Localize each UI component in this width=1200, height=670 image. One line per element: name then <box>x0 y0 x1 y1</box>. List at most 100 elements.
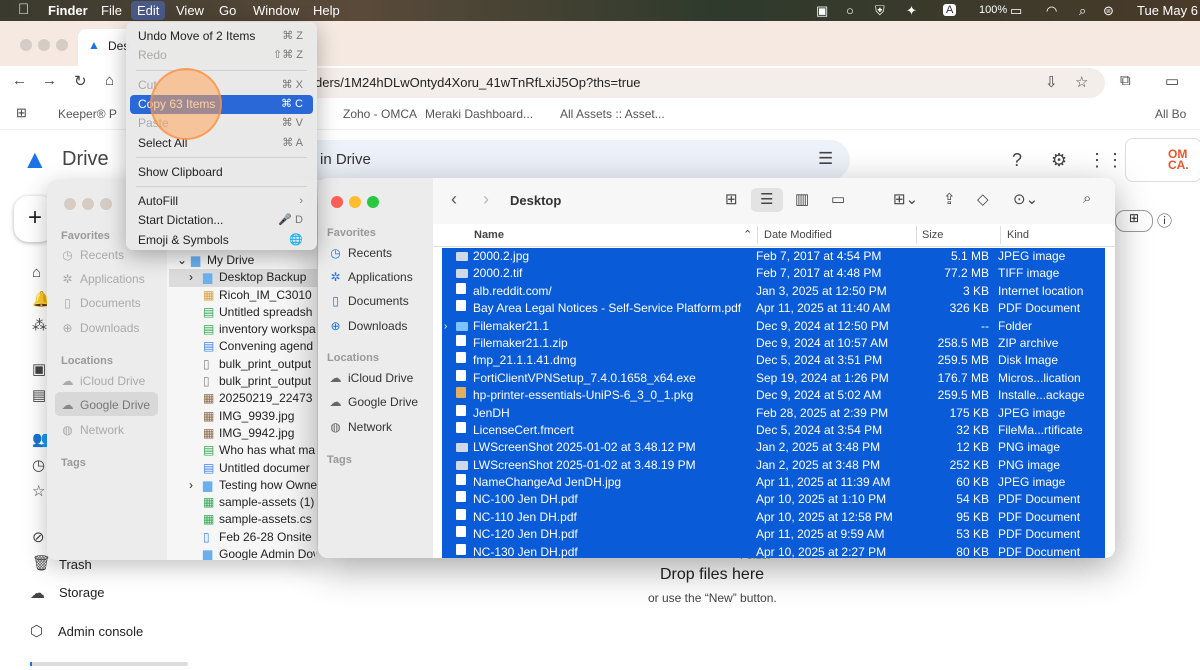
more-actions-icon[interactable]: ⊙⌄ <box>1013 190 1038 208</box>
tree-item[interactable]: ▤ Untitled documer <box>169 460 317 477</box>
my-drive-icon[interactable]: ▣ <box>32 360 46 378</box>
disclosure-open-icon[interactable]: ⌄ <box>177 252 187 269</box>
file-row[interactable]: NameChangeAd JenDH.jpg Apr 11, 2025 at 11… <box>442 474 1105 492</box>
sidebar-downloads[interactable]: ⊕ Downloads <box>329 319 407 333</box>
storage-cloud-icon[interactable]: ☁ <box>30 584 45 602</box>
file-row[interactable]: Bay Area Legal Notices - Self-Service Pl… <box>442 300 1105 318</box>
column-name[interactable]: Name <box>474 229 504 241</box>
admin-icon[interactable]: ⬡ <box>30 622 43 640</box>
screen-icon[interactable]: ▣ <box>816 3 828 19</box>
menu-item-start-dictation[interactable]: Start Dictation... 🎤 D <box>130 211 313 230</box>
column-divider[interactable] <box>916 226 917 244</box>
computers-icon[interactable]: ▤ <box>32 386 46 404</box>
tree-item[interactable]: ▯ Feb 26-28 Onsite <box>169 529 317 546</box>
grid-view-icon[interactable]: ⊞ <box>1115 210 1153 232</box>
minimize-window-icon[interactable] <box>38 39 50 51</box>
spam-icon[interactable]: ⊘ <box>32 528 45 546</box>
disclosure-closed-icon[interactable]: › <box>444 318 447 335</box>
reload-icon[interactable]: ↻ <box>74 72 87 90</box>
file-row[interactable]: NC-100 Jen DH.pdf Apr 10, 2025 at 1:10 PM… <box>442 491 1105 509</box>
tree-item[interactable]: ▦ 20250219_22473 <box>169 390 317 407</box>
tree-item[interactable]: ▦ IMG_9942.jpg <box>169 425 317 442</box>
sidebar-google-drive[interactable]: ☁ Google Drive <box>329 395 419 409</box>
file-row[interactable]: JenDH Feb 28, 2025 at 2:39 PM 175 KB JPEG i… <box>442 404 1105 422</box>
tag-icon[interactable]: ◇ <box>977 190 989 208</box>
tree-item[interactable]: ▯ bulk_print_output <box>169 373 317 390</box>
tree-item[interactable]: ▦ sample-assets.cs <box>169 511 317 528</box>
back-sidebar-network[interactable]: ◍ Network <box>61 423 124 437</box>
tree-item[interactable]: › ▆ Testing how Owne <box>169 477 317 494</box>
icon-view-icon[interactable]: ⊞ <box>725 190 738 208</box>
cast-icon[interactable]: ▭ <box>1165 72 1179 90</box>
nav-storage[interactable]: Storage <box>59 585 105 600</box>
circle-icon[interactable]: ○ <box>846 3 854 18</box>
file-row[interactable]: 2000.2.jpg Feb 7, 2017 at 4:54 PM 5.1 MB JP… <box>442 248 1105 266</box>
file-row[interactable]: Filemaker21.1.zip Dec 9, 2024 at 10:57 AM… <box>442 334 1105 353</box>
column-date[interactable]: Date Modified <box>764 229 832 241</box>
tree-item[interactable]: ▯ bulk_print_output <box>169 356 317 373</box>
bookmark-keeper[interactable]: Keeper® P <box>58 107 117 121</box>
sidebar-applications[interactable]: ✲ Applications <box>329 270 412 284</box>
file-row[interactable]: LWScreenShot 2025-01-02 at 3.48.12 PM Jan… <box>442 439 1105 457</box>
back-window-minimize-icon[interactable] <box>82 198 94 210</box>
sort-ascending-icon[interactable]: ⌃ <box>743 228 752 241</box>
finder-search-icon[interactable]: ⌕ <box>1083 190 1091 207</box>
zoom-window-icon[interactable] <box>367 196 379 208</box>
input-source-icon[interactable]: A <box>943 4 957 16</box>
tree-item[interactable]: ▤ inventory workspa <box>169 321 317 338</box>
file-row[interactable]: › Filemaker21.1 Dec 9, 2024 at 12:50 PM -- F… <box>442 317 1105 335</box>
back-sidebar-google-drive[interactable]: ☁ Google Drive <box>61 398 151 412</box>
install-app-icon[interactable]: ⇩ <box>1045 73 1058 91</box>
file-row[interactable]: fmp_21.1.1.41.dmg Dec 5, 2024 at 3:51 PM 2… <box>442 352 1105 370</box>
sidebar-network[interactable]: ◍ Network <box>329 420 392 434</box>
close-window-icon[interactable] <box>20 39 32 51</box>
back-sidebar-applications[interactable]: ✲ Applications <box>61 272 144 286</box>
menu-finder[interactable]: Finder <box>48 3 88 18</box>
disclosure-closed-icon[interactable]: › <box>189 269 193 286</box>
nav-admin-console[interactable]: Admin console <box>58 624 143 639</box>
home-nav-icon[interactable]: ⌂ <box>32 264 41 281</box>
menu-item-redo[interactable]: Redo ⇧⌘ Z <box>130 46 313 65</box>
back-sidebar-documents[interactable]: ▯ Documents <box>61 296 141 310</box>
info-icon[interactable]: ⓘ <box>1157 210 1172 231</box>
wifi-icon[interactable]: ◠ <box>1046 3 1057 19</box>
column-divider[interactable] <box>1000 226 1001 244</box>
menu-view[interactable]: View <box>176 3 204 18</box>
tree-item[interactable]: › ▆ Desktop Backup <box>169 269 317 287</box>
apps-grid-icon[interactable]: ⊞ <box>16 105 27 121</box>
gallery-view-icon[interactable]: ▭ <box>831 190 845 208</box>
menu-item-undo-move-of-2-items[interactable]: Undo Move of 2 Items ⌘ Z <box>130 27 313 46</box>
all-bookmarks[interactable]: All Bo <box>1155 107 1186 121</box>
share-icon[interactable]: ⇪ <box>943 190 956 208</box>
workspaces-icon[interactable]: ⁂ <box>32 316 47 334</box>
sidebar-icloud[interactable]: ☁ iCloud Drive <box>329 371 414 385</box>
group-icon[interactable]: ⊞⌄ <box>893 190 918 208</box>
address-bar[interactable]: ders/1M24hDLwOntyd4Xoru_41wTnRfLxiJ5Op?t… <box>295 68 1105 98</box>
drive-search-bar[interactable]: in Drive ☰ <box>290 140 850 180</box>
tree-item[interactable]: ▦ Ricoh_IM_C3010 <box>169 287 317 304</box>
file-row[interactable]: NC-130 Jen DH.pdf Apr 10, 2025 at 2:27 PM… <box>442 543 1105 558</box>
menu-file[interactable]: File <box>101 3 122 18</box>
back-sidebar-recents[interactable]: ◷ Recents <box>61 248 124 262</box>
close-window-icon[interactable] <box>331 196 343 208</box>
minimize-window-icon[interactable] <box>349 196 361 208</box>
sidebar-recents[interactable]: ◷ Recents <box>329 246 392 260</box>
bird-icon[interactable]: ✦ <box>906 3 917 19</box>
menu-item-autofill[interactable]: AutoFill › <box>130 192 313 211</box>
search-icon[interactable]: ⌕ <box>1079 3 1086 19</box>
zoom-window-icon[interactable] <box>56 39 68 51</box>
forward-icon[interactable]: → <box>42 72 57 89</box>
help-icon[interactable]: ? <box>1012 150 1022 171</box>
tree-item[interactable]: ▦ sample-assets (1) <box>169 494 317 511</box>
menu-help[interactable]: Help <box>313 3 340 18</box>
google-apps-icon[interactable]: ⋮⋮ <box>1088 150 1124 171</box>
shield-icon[interactable]: ⛨ <box>875 3 885 19</box>
recent-icon[interactable]: ◷ <box>32 456 45 474</box>
file-row[interactable]: NC-120 Jen DH.pdf Apr 11, 2025 at 9:59 AM… <box>442 526 1105 544</box>
menu-item-show-clipboard[interactable]: Show Clipboard <box>130 163 313 182</box>
tree-item[interactable]: ▦ IMG_9939.jpg <box>169 408 317 425</box>
file-row[interactable]: hp-printer-essentials-UniPS-6_3_0_1.pkg D… <box>442 387 1105 405</box>
menu-go[interactable]: Go <box>219 3 236 18</box>
bookmark-zoho[interactable]: Zoho - OMCA <box>343 107 417 121</box>
file-row[interactable]: alb.reddit.com/Jan 3, 2025 at 12:50 PM 3 … <box>442 282 1105 301</box>
